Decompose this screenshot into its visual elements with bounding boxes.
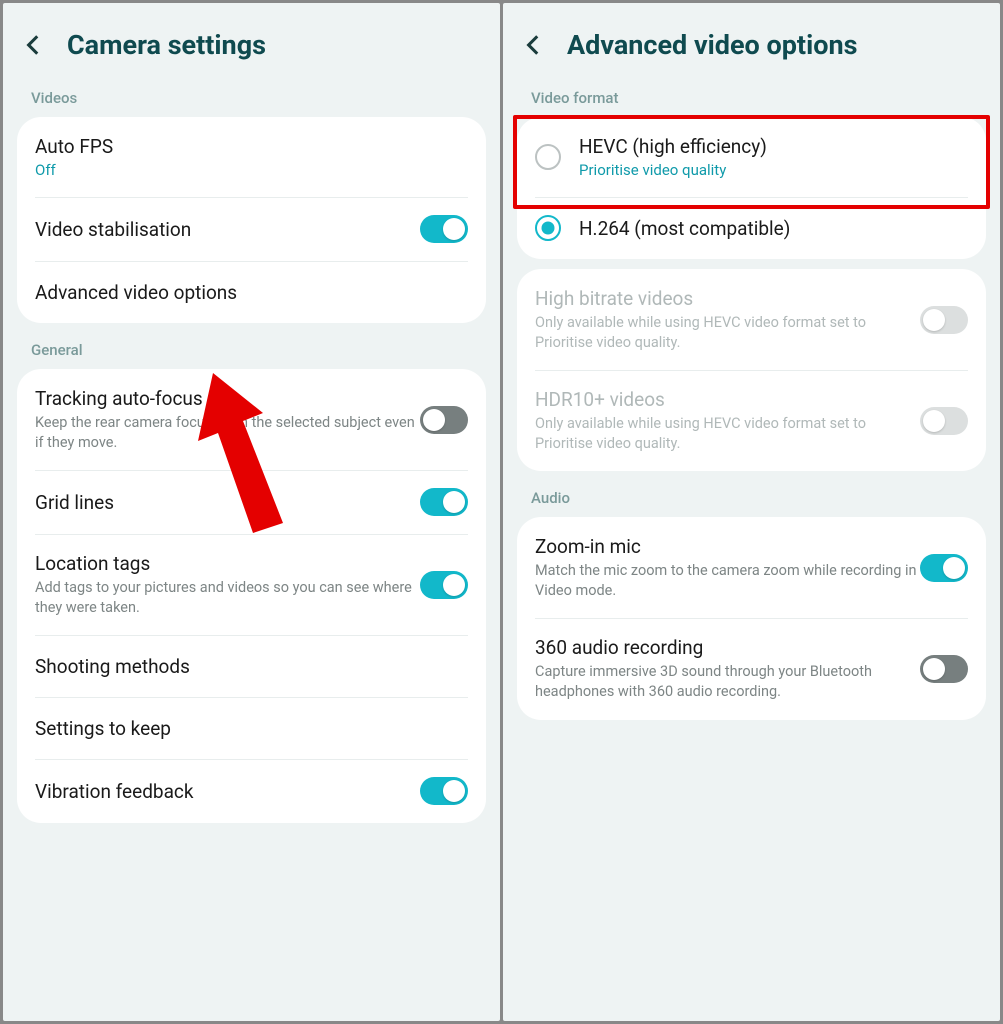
page-title: Camera settings bbox=[67, 29, 266, 61]
tracking-autofocus-row[interactable]: Tracking auto-focus Keep the rear camera… bbox=[17, 369, 486, 470]
shooting-methods-title: Shooting methods bbox=[35, 655, 468, 678]
settings-to-keep-title: Settings to keep bbox=[35, 717, 468, 740]
location-tags-title: Location tags bbox=[35, 552, 420, 575]
video-stabilisation-title: Video stabilisation bbox=[35, 218, 420, 241]
video-stabilisation-toggle[interactable] bbox=[420, 215, 468, 243]
hdr10-title: HDR10+ videos bbox=[535, 388, 920, 411]
high-bitrate-row: High bitrate videos Only available while… bbox=[517, 269, 986, 370]
location-tags-row[interactable]: Location tags Add tags to your pictures … bbox=[17, 534, 486, 635]
back-icon[interactable] bbox=[21, 32, 47, 58]
auto-fps-sub: Off bbox=[35, 161, 468, 179]
vibration-feedback-row[interactable]: Vibration feedback bbox=[17, 759, 486, 823]
video-stabilisation-row[interactable]: Video stabilisation bbox=[17, 197, 486, 261]
tracking-autofocus-desc: Keep the rear camera focused on the sele… bbox=[35, 413, 420, 452]
auto-fps-title: Auto FPS bbox=[35, 135, 468, 158]
audio-360-row[interactable]: 360 audio recording Capture immersive 3D… bbox=[517, 618, 986, 719]
advanced-video-options-screen: Advanced video options Video format HEVC… bbox=[503, 3, 1000, 1021]
advanced-video-options-row[interactable]: Advanced video options bbox=[17, 261, 486, 323]
camera-settings-screen: Camera settings Videos Auto FPS Off Vide… bbox=[3, 3, 500, 1021]
vibration-feedback-toggle[interactable] bbox=[420, 777, 468, 805]
section-label-general: General bbox=[3, 333, 500, 365]
tracking-autofocus-title: Tracking auto-focus bbox=[35, 387, 420, 410]
grid-lines-toggle[interactable] bbox=[420, 488, 468, 516]
hevc-sub: Prioritise video quality bbox=[579, 161, 968, 179]
h264-radio[interactable] bbox=[535, 215, 561, 241]
zoom-in-mic-toggle[interactable] bbox=[920, 554, 968, 582]
location-tags-desc: Add tags to your pictures and videos so … bbox=[35, 578, 420, 617]
high-bitrate-title: High bitrate videos bbox=[535, 287, 920, 310]
video-extras-card: High bitrate videos Only available while… bbox=[517, 269, 986, 471]
h264-title: H.264 (most compatible) bbox=[579, 217, 968, 240]
hdr10-toggle bbox=[920, 407, 968, 435]
tracking-autofocus-toggle[interactable] bbox=[420, 406, 468, 434]
high-bitrate-toggle bbox=[920, 306, 968, 334]
general-card: Tracking auto-focus Keep the rear camera… bbox=[17, 369, 486, 823]
video-format-card: HEVC (high efficiency) Prioritise video … bbox=[517, 117, 986, 259]
settings-to-keep-row[interactable]: Settings to keep bbox=[17, 697, 486, 759]
grid-lines-title: Grid lines bbox=[35, 491, 420, 514]
auto-fps-row[interactable]: Auto FPS Off bbox=[17, 117, 486, 197]
section-label-audio: Audio bbox=[503, 481, 1000, 513]
audio-card: Zoom-in mic Match the mic zoom to the ca… bbox=[517, 517, 986, 719]
grid-lines-row[interactable]: Grid lines bbox=[17, 470, 486, 534]
audio-360-toggle[interactable] bbox=[920, 655, 968, 683]
high-bitrate-desc: Only available while using HEVC video fo… bbox=[535, 313, 920, 352]
zoom-in-mic-title: Zoom-in mic bbox=[535, 535, 920, 558]
hevc-title: HEVC (high efficiency) bbox=[579, 135, 968, 158]
hdr10-desc: Only available while using HEVC video fo… bbox=[535, 414, 920, 453]
advanced-video-options-title: Advanced video options bbox=[35, 281, 468, 304]
hevc-option-row[interactable]: HEVC (high efficiency) Prioritise video … bbox=[517, 117, 986, 197]
hdr10-row: HDR10+ videos Only available while using… bbox=[517, 370, 986, 471]
section-label-video-format: Video format bbox=[503, 81, 1000, 113]
location-tags-toggle[interactable] bbox=[420, 571, 468, 599]
header: Advanced video options bbox=[503, 3, 1000, 81]
videos-card: Auto FPS Off Video stabilisation Advance… bbox=[17, 117, 486, 323]
vibration-feedback-title: Vibration feedback bbox=[35, 780, 420, 803]
back-icon[interactable] bbox=[521, 32, 547, 58]
page-title: Advanced video options bbox=[567, 29, 857, 61]
audio-360-desc: Capture immersive 3D sound through your … bbox=[535, 662, 920, 701]
header: Camera settings bbox=[3, 3, 500, 81]
section-label-videos: Videos bbox=[3, 81, 500, 113]
shooting-methods-row[interactable]: Shooting methods bbox=[17, 635, 486, 697]
hevc-radio[interactable] bbox=[535, 144, 561, 170]
zoom-in-mic-row[interactable]: Zoom-in mic Match the mic zoom to the ca… bbox=[517, 517, 986, 618]
h264-option-row[interactable]: H.264 (most compatible) bbox=[517, 197, 986, 259]
audio-360-title: 360 audio recording bbox=[535, 636, 920, 659]
zoom-in-mic-desc: Match the mic zoom to the camera zoom wh… bbox=[535, 561, 920, 600]
